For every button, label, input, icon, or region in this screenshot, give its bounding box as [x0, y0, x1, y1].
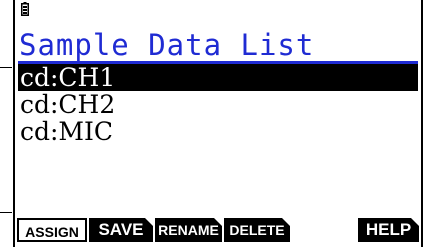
- bezel-tick-top: [0, 67, 12, 68]
- assign-button[interactable]: ASSIGN: [17, 218, 87, 242]
- list-item-cd-ch1[interactable]: cd:CH1: [18, 64, 418, 91]
- help-button[interactable]: HELP: [358, 218, 419, 242]
- list-item-cd-ch2[interactable]: cd:CH2: [18, 91, 418, 118]
- rename-button[interactable]: RENAME: [155, 218, 222, 242]
- sample-data-list: cd:CH1 cd:CH2 cd:MIC: [18, 64, 418, 145]
- save-button[interactable]: SAVE: [89, 218, 153, 242]
- bezel-tick-bottom: [0, 212, 12, 213]
- list-item-cd-mic[interactable]: cd:MIC: [18, 118, 418, 145]
- function-key-bar: ASSIGN SAVE RENAME DELETE HELP: [15, 218, 421, 244]
- page-title: Sample Data List: [19, 28, 315, 62]
- calculator-screen: Sample Data List cd:CH1 cd:CH2 cd:MIC AS…: [13, 0, 423, 247]
- delete-button[interactable]: DELETE: [224, 218, 290, 242]
- battery-icon: [21, 2, 29, 16]
